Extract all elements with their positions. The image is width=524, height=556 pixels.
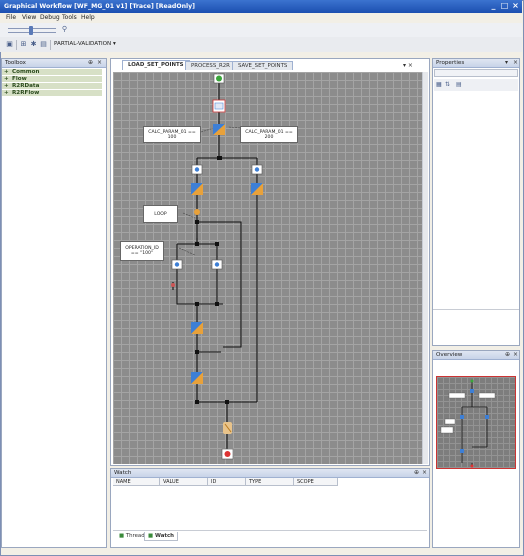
pointer-icon[interactable]: ✱ [29,40,38,49]
toolbox-category-flow[interactable]: + Flow [2,76,102,82]
tab-thread[interactable]: ■ Thread [116,532,148,541]
column-id[interactable]: ID [208,478,246,486]
flow-connector [196,173,258,368]
junction-dot [195,220,199,224]
start-node [213,73,225,84]
properties-object-dropdown[interactable] [434,69,518,77]
menu-view[interactable]: View [22,14,36,22]
tab-watch[interactable]: ■ Watch [144,532,178,541]
document-close-icon[interactable]: ▾ × [403,61,413,70]
small-marker-node [171,283,175,287]
activity-node-lower [191,372,203,384]
grid-icon[interactable]: ▤ [39,40,48,49]
toolbar-separator [16,40,17,50]
validation-mode-dropdown[interactable]: PARTIAL-VALIDATION ▾ [54,40,116,49]
alphabetical-icon[interactable]: ⇅ [445,81,450,88]
menu-debug[interactable]: Debug [40,14,60,22]
toolbox-panel: Toolbox [1,58,107,548]
overview-pin-icon[interactable]: ⊕ [505,350,510,359]
properties-panel: Properties ▦ ⇅ ▤ [432,58,520,346]
menu-bar [0,13,522,23]
flow-connector [196,152,258,167]
junction-dot [195,400,199,404]
tab-save-set-points[interactable]: SAVE_SET_POINTS [232,61,294,70]
column-name[interactable]: NAME [113,478,160,486]
toolbox-category-common[interactable]: + Common [2,69,102,75]
watch-header: Watch [111,469,429,478]
properties-toolbar: ▦ ⇅ ▤ [434,79,518,91]
toolbar-separator [50,40,51,50]
minimize-button[interactable]: _ [488,1,499,11]
properties-title: Properties [436,60,465,66]
toolbox-close-icon[interactable]: × [97,58,102,67]
window-title: Graphical Workflow [WF_MG_01 v1] [Trace]… [4,3,195,10]
maximize-button[interactable]: □ [499,1,510,11]
load-activity-node [212,99,226,113]
property-pages-icon[interactable]: ▤ [456,81,462,88]
overview-minimap[interactable] [436,376,516,469]
loop-node [194,209,200,215]
zoom-icon[interactable]: ⚲ [60,25,69,34]
condition-note-1[interactable]: CALC_PARAM_01 == 100 [143,126,201,143]
toolbox-category-r2rdata[interactable]: + R2RData [2,83,102,89]
flow-connector [176,267,258,450]
branch-node-right [251,164,263,175]
column-type[interactable]: TYPE [246,478,294,486]
menu-tools[interactable]: Tools [62,14,77,22]
junction-dot [215,242,219,246]
junction-dot [195,242,199,246]
decision-node-1 [213,124,225,135]
layout-icon[interactable]: ⊞ [19,40,28,49]
menu-help[interactable]: Help [81,14,95,22]
watch-pin-icon[interactable]: ⊕ [414,468,419,477]
junction-dot [195,302,199,306]
zoom-slider-thumb[interactable] [29,26,33,35]
junction-dot [225,400,229,404]
workflow-canvas[interactable]: CALC_PARAM_01 == 100 CALC_PARAM_01 == 20… [113,72,422,464]
operation-branch-left [171,259,183,270]
loop-note[interactable]: LOOP [143,205,178,223]
overview-title: Overview [436,352,463,358]
operation-branch-right [211,259,223,270]
save-icon[interactable]: ▣ [5,40,14,49]
watch-close-icon[interactable]: × [422,468,427,477]
tab-load-set-points[interactable]: LOAD_SET_POINTS [122,60,190,70]
properties-close-icon[interactable]: × [513,58,518,67]
toolbox-pin-icon[interactable]: ⊕ [88,58,93,67]
watch-tab-divider [113,530,427,531]
title-bar: Graphical Workflow [WF_MG_01 v1] [Trace]… [0,0,522,13]
toolbox-category-r2rflow[interactable]: + R2RFlow [2,90,102,96]
canvas-scrollbar[interactable] [422,72,428,464]
toolbox-title: Toolbox [5,60,26,66]
junction-dot [217,156,222,160]
junction-dot [215,302,219,306]
watch-title: Watch [114,470,132,476]
toolbar-top [0,23,522,37]
branch-node-left [191,164,203,175]
column-value[interactable]: VALUE [160,478,208,486]
properties-description-divider [433,309,519,310]
activity-node-left [191,183,203,195]
watch-table-header: NAME VALUE ID TYPE SCOPE [113,478,338,487]
flow-connector [176,221,242,348]
tab-process-r2r[interactable]: PROCESS_R2R [185,61,236,70]
menu-file[interactable]: File [6,14,16,22]
end-node [221,448,234,460]
minimap-diagram [440,379,496,468]
close-window-button[interactable]: × [510,1,521,11]
junction-dot [195,350,199,354]
overview-close-icon[interactable]: × [513,350,518,359]
categorized-icon[interactable]: ▦ [436,81,442,88]
activity-node-mid [191,322,203,334]
operation-condition-note[interactable]: OPERATION_ID == "100" [120,241,164,261]
condition-note-2[interactable]: CALC_PARAM_01 == 200 [240,126,298,143]
activity-node-final [223,422,232,434]
activity-node-right [251,183,263,195]
column-scope[interactable]: SCOPE [294,478,338,486]
properties-pin-icon[interactable]: ▾ [505,58,508,67]
